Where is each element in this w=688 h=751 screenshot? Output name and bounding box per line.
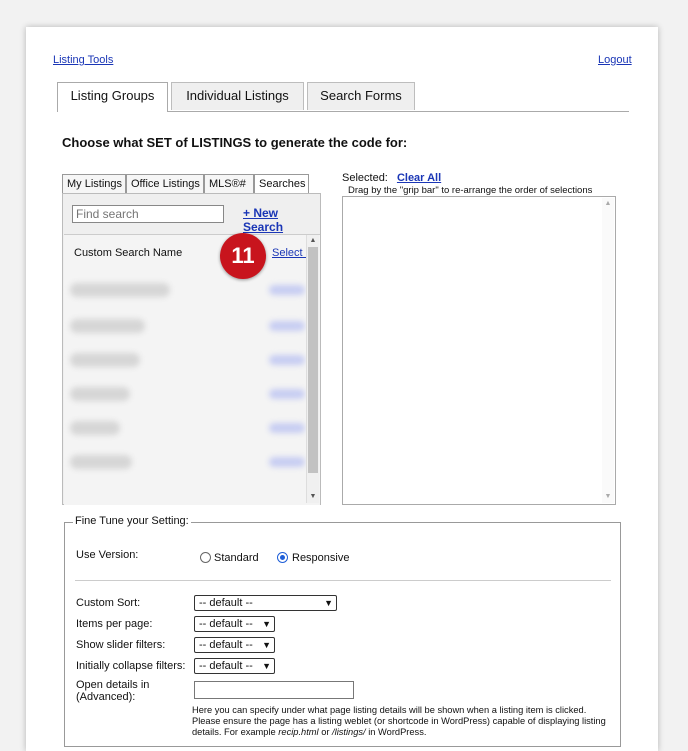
open-details-label-2: (Advanced): (76, 691, 136, 703)
divider (75, 580, 611, 581)
responsive-radio[interactable] (277, 552, 288, 563)
items-per-page-label: Items per page: (76, 618, 153, 630)
select-link-blurred[interactable] (269, 457, 305, 467)
grip-note: Drag by the "grip bar" to re-arrange the… (348, 185, 593, 196)
chevron-down-icon: ▼ (262, 640, 271, 650)
open-details-label: Open details in (76, 679, 150, 691)
custom-sort-label: Custom Sort: (76, 597, 141, 609)
note-example-1: recip.html (278, 727, 319, 737)
note-or: or (318, 727, 333, 737)
collapse-filters-select[interactable]: -- default -- ▼ (194, 658, 275, 674)
show-slider-value: -- default -- (199, 639, 253, 651)
chevron-down-icon: ▼ (324, 598, 333, 608)
main-tabs: Listing Groups Individual Listings Searc… (57, 82, 629, 112)
scroll-down-icon[interactable]: ▼ (307, 491, 319, 503)
scroll-down-icon[interactable]: ▼ (602, 491, 614, 503)
searches-panel: + New Search Custom Search Name 11 Selec… (62, 193, 321, 505)
scroll-up-icon[interactable]: ▲ (602, 198, 614, 210)
fine-tune-legend: Fine Tune your Setting: (73, 515, 191, 527)
listing-tools-link[interactable]: Listing Tools (53, 54, 113, 66)
clear-all-link[interactable]: Clear All (397, 172, 441, 184)
items-per-page-select[interactable]: -- default -- ▼ (194, 616, 275, 632)
fine-tune-fieldset: Fine Tune your Setting: Use Version: Sta… (64, 515, 621, 747)
open-details-note: Here you can specify under what page lis… (192, 705, 612, 738)
open-details-input[interactable] (194, 681, 354, 699)
show-slider-select[interactable]: -- default -- ▼ (194, 637, 275, 653)
note-example-2: /listings/ (332, 727, 366, 737)
new-search-link[interactable]: + New Search (243, 206, 320, 234)
chevron-down-icon: ▼ (262, 619, 271, 629)
tab-individual-listings[interactable]: Individual Listings (171, 82, 304, 110)
items-per-page-value: -- default -- (199, 618, 253, 630)
scroll-thumb[interactable] (308, 247, 318, 473)
list-item-blurred[interactable] (70, 421, 120, 435)
scroll-up-icon[interactable]: ▲ (307, 235, 319, 247)
select-link-blurred[interactable] (269, 389, 305, 399)
step-badge: 11 (220, 233, 266, 279)
list-item-blurred[interactable] (70, 353, 140, 367)
selected-panel[interactable]: ▲ ▼ (342, 196, 616, 505)
logout-link[interactable]: Logout (598, 54, 632, 66)
use-version-label: Use Version: (76, 549, 139, 561)
subtab-searches[interactable]: Searches (254, 174, 309, 194)
select-link-blurred[interactable] (269, 285, 305, 295)
list-item-blurred[interactable] (70, 319, 145, 333)
tab-listing-groups[interactable]: Listing Groups (57, 82, 168, 112)
show-slider-label: Show slider filters: (76, 639, 166, 651)
subtab-my-listings[interactable]: My Listings (62, 174, 126, 194)
responsive-label[interactable]: Responsive (292, 552, 349, 564)
section-heading: Choose what SET of LISTINGS to generate … (62, 135, 408, 150)
chevron-down-icon: ▼ (262, 661, 271, 671)
list-item-label: Custom Search Name (74, 247, 183, 259)
custom-sort-select[interactable]: -- default -- ▼ (194, 595, 337, 611)
select-link-blurred[interactable] (269, 355, 305, 365)
subtab-office-listings[interactable]: Office Listings (126, 174, 204, 194)
note-end: in WordPress. (365, 727, 427, 737)
collapse-filters-label: Initially collapse filters: (76, 660, 186, 672)
standard-radio[interactable] (200, 552, 211, 563)
find-search-input[interactable] (72, 205, 224, 223)
custom-sort-value: -- default -- (199, 597, 253, 609)
list-item-blurred[interactable] (70, 283, 170, 297)
standard-label[interactable]: Standard (214, 552, 259, 564)
selected-scrollbar[interactable]: ▲ ▼ (602, 198, 614, 503)
list-item-blurred[interactable] (70, 387, 130, 401)
collapse-filters-value: -- default -- (199, 660, 253, 672)
select-link-blurred[interactable] (269, 423, 305, 433)
list-item-blurred[interactable] (70, 455, 132, 469)
select-link-blurred[interactable] (269, 321, 305, 331)
list-scrollbar[interactable]: ▲ ▼ (306, 235, 319, 503)
selected-header: Selected: Clear All (342, 172, 441, 184)
subtab-mls-number[interactable]: MLS®# (204, 174, 254, 194)
selected-label: Selected: (342, 172, 388, 184)
search-list: Custom Search Name 11 Select » ▲ ▼ (64, 233, 320, 505)
main-card: Listing Tools Logout Listing Groups Indi… (26, 27, 658, 751)
tab-search-forms[interactable]: Search Forms (307, 82, 415, 110)
